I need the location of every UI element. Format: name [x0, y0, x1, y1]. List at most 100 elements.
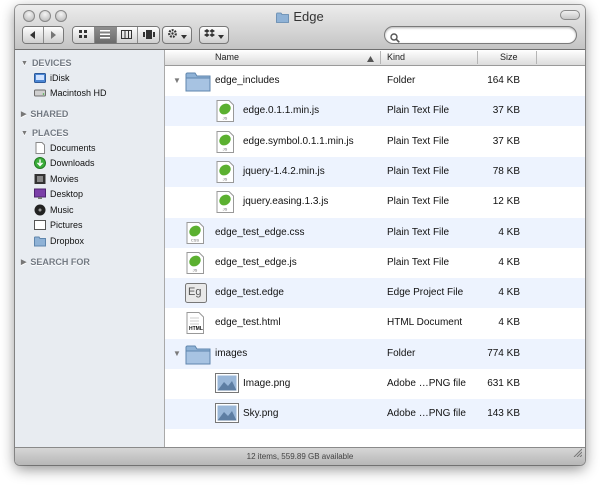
file-kind: Adobe …PNG file — [387, 378, 466, 389]
search-icon — [390, 30, 400, 48]
file-kind: HTML Document — [387, 317, 463, 329]
icon-view-button[interactable] — [73, 27, 95, 43]
column-view-icon — [121, 27, 133, 43]
folder-icon — [185, 70, 211, 92]
css-file-icon: CSS — [185, 221, 207, 244]
file-size: 4 KB — [498, 317, 520, 329]
dropbox-folder-icon — [34, 235, 46, 247]
sidebar-item-downloads[interactable]: Downloads — [34, 155, 95, 171]
file-row[interactable]: JS jquery.easing.1.3.js Plain Text File 12 … — [165, 187, 585, 217]
file-row[interactable]: JS edge_test_edge.js Plain Text File 4 KB — [165, 248, 585, 278]
file-kind: Plain Text File — [387, 165, 450, 177]
sidebar-item-label: iDisk — [50, 73, 70, 83]
sidebar-item-label: Desktop — [50, 189, 84, 199]
cover-flow-view-button[interactable] — [138, 27, 159, 43]
chevron-down-icon — [218, 26, 224, 44]
file-row[interactable]: JS edge.0.1.1.min.js Plain Text File 37 KB — [165, 96, 585, 127]
svg-text:JS: JS — [223, 116, 228, 121]
column-kind-header[interactable]: Kind — [387, 52, 405, 62]
file-name: jquery-1.4.2.min.js — [243, 165, 325, 177]
sidebar-section-places[interactable]: ▼ PLACES — [21, 128, 68, 138]
cover-flow-icon — [142, 27, 155, 43]
disclosure-open-icon[interactable]: ▼ — [173, 76, 181, 85]
file-row[interactable]: Sky.png Adobe …PNG file 143 KB — [165, 399, 585, 430]
column-header: Name Kind Size — [165, 50, 585, 66]
sidebar-item-documents[interactable]: Documents — [34, 140, 96, 156]
sidebar-item-label: Music — [50, 205, 74, 215]
file-kind: Folder — [387, 75, 416, 86]
file-name: jquery.easing.1.3.js — [243, 196, 329, 208]
file-row[interactable]: HTML edge_test.html HTML Document 4 KB — [165, 308, 585, 338]
sidebar-item-idisk[interactable]: iDisk — [34, 70, 70, 86]
sidebar-item-dropbox[interactable]: Dropbox — [34, 233, 84, 249]
sidebar-item-movies[interactable]: Movies — [34, 171, 79, 187]
file-row[interactable]: Eg edge_test.edge Edge Project File 4 KB — [165, 278, 585, 309]
toolbar: Edge — [15, 5, 585, 50]
resize-grip-icon[interactable] — [573, 446, 583, 463]
file-kind: Plain Text File — [387, 135, 450, 147]
sidebar-item-macintosh-hd[interactable]: Macintosh HD — [34, 85, 107, 101]
folder-icon — [185, 343, 211, 365]
window-title: Edge — [15, 9, 585, 26]
forward-arrow-icon — [49, 27, 57, 43]
file-name: images — [215, 347, 248, 359]
window-title-text: Edge — [293, 9, 324, 24]
folder-row[interactable]: ▼ edge_includes Folder 164 KB — [165, 66, 585, 96]
file-size: 4 KB — [498, 226, 520, 238]
js-file-icon: JS — [185, 251, 207, 274]
dropbox-menu-button[interactable] — [199, 26, 229, 44]
sidebar-item-music[interactable]: Music — [34, 202, 74, 218]
sidebar-item-label: Pictures — [50, 220, 83, 230]
column-name-header[interactable]: Name — [215, 52, 239, 62]
icon-badge-text: HTML — [189, 326, 203, 333]
movies-icon — [34, 173, 46, 185]
file-name: edge_test_edge.css — [215, 226, 305, 238]
sidebar-section-devices[interactable]: ▼ DEVICES — [21, 58, 71, 68]
file-name: edge_test_edge.js — [215, 256, 297, 268]
toolbar-toggle-button[interactable] — [560, 10, 580, 20]
folder-row[interactable]: ▼ images Folder 774 KB — [165, 338, 585, 369]
file-row[interactable]: JS jquery-1.4.2.min.js Plain Text File 78 K… — [165, 156, 585, 187]
file-row[interactable]: Image.png Adobe …PNG file 631 KB — [165, 369, 585, 399]
sidebar: ▼ DEVICES iDisk Macintosh HD ▶ SHARED ▼ PLA… — [15, 50, 165, 447]
file-kind: Plain Text File — [387, 105, 450, 117]
disclosure-open-icon: ▼ — [21, 59, 28, 67]
sidebar-item-pictures[interactable]: Pictures — [34, 217, 83, 233]
search-input[interactable] — [403, 28, 568, 42]
section-label: SEARCH FOR — [30, 257, 90, 267]
icon-view-icon — [78, 27, 88, 43]
hard-drive-icon — [34, 87, 46, 99]
status-text: 12 items, 559.89 GB available — [246, 452, 354, 461]
sidebar-item-desktop[interactable]: Desktop — [34, 186, 83, 202]
disclosure-closed-icon: ▶ — [21, 111, 27, 118]
edge-project-icon: Eg — [185, 282, 207, 304]
file-size: 164 KB — [487, 75, 520, 86]
html-file-icon: HTML — [185, 312, 207, 335]
js-file-icon: JS — [215, 100, 237, 123]
disclosure-open-icon: ▼ — [21, 129, 28, 137]
search-field[interactable] — [384, 26, 577, 44]
sidebar-section-search-for[interactable]: ▶ SEARCH FOR — [21, 257, 90, 267]
section-label: SHARED — [30, 109, 69, 119]
disclosure-open-icon[interactable]: ▼ — [173, 349, 181, 358]
back-button[interactable] — [23, 27, 44, 43]
sidebar-section-shared[interactable]: ▶ SHARED — [21, 109, 68, 119]
desktop-icon — [34, 188, 46, 200]
svg-text:CSS: CSS — [191, 237, 200, 242]
section-label: DEVICES — [31, 58, 72, 68]
disclosure-closed-icon: ▶ — [21, 259, 27, 266]
column-size-header[interactable]: Size — [500, 52, 518, 62]
file-kind: Adobe …PNG file — [387, 408, 466, 420]
file-row[interactable]: CSS edge_test_edge.css Plain Text File 4 KB — [165, 217, 585, 248]
action-menu-button[interactable] — [162, 26, 192, 44]
file-size: 774 KB — [487, 347, 520, 359]
file-name: Image.png — [243, 378, 291, 389]
list-view-button[interactable] — [94, 27, 117, 43]
file-list: Name Kind Size ▼ edge_includes Folder 164 K… — [165, 50, 585, 447]
column-view-button[interactable] — [116, 27, 139, 43]
file-size: 12 KB — [492, 196, 520, 208]
file-row[interactable]: JS edge.symbol.0.1.1.min.js Plain Text Fil… — [165, 127, 585, 157]
file-size: 4 KB — [498, 287, 520, 299]
forward-button[interactable] — [43, 27, 63, 43]
documents-icon — [34, 142, 46, 154]
